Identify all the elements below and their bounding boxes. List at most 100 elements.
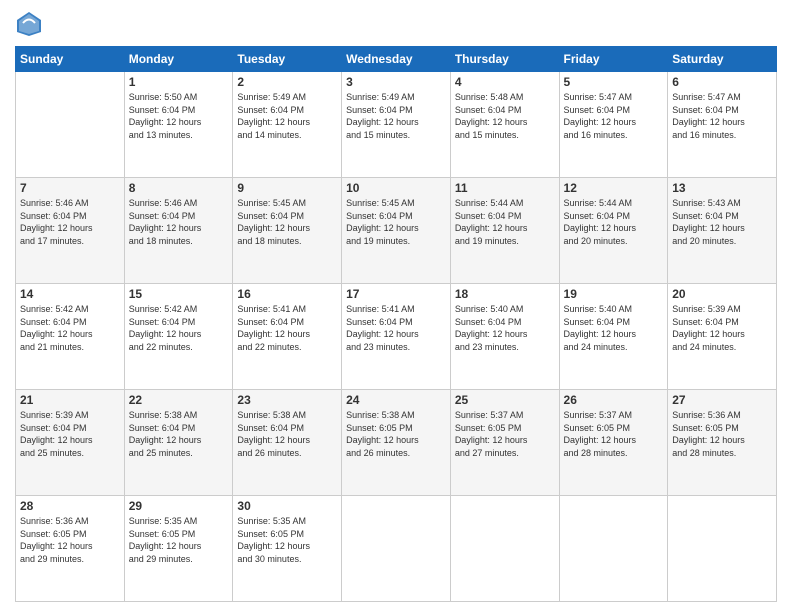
day-number: 13 [672,181,772,195]
calendar-cell: 3 Sunrise: 5:49 AM Sunset: 6:04 PM Daylig… [342,72,451,178]
calendar-cell: 11 Sunrise: 5:44 AM Sunset: 6:04 PM Dayli… [450,178,559,284]
cell-info: Sunrise: 5:45 AM Sunset: 6:04 PM Dayligh… [346,197,446,247]
calendar-cell: 4 Sunrise: 5:48 AM Sunset: 6:04 PM Daylig… [450,72,559,178]
day-number: 26 [564,393,664,407]
cell-info: Sunrise: 5:37 AM Sunset: 6:05 PM Dayligh… [455,409,555,459]
cell-info: Sunrise: 5:46 AM Sunset: 6:04 PM Dayligh… [129,197,229,247]
week-row-4: 21 Sunrise: 5:39 AM Sunset: 6:04 PM Dayli… [16,390,777,496]
cell-info: Sunrise: 5:37 AM Sunset: 6:05 PM Dayligh… [564,409,664,459]
calendar-cell: 27 Sunrise: 5:36 AM Sunset: 6:05 PM Dayli… [668,390,777,496]
cell-info: Sunrise: 5:41 AM Sunset: 6:04 PM Dayligh… [237,303,337,353]
cell-info: Sunrise: 5:35 AM Sunset: 6:05 PM Dayligh… [129,515,229,565]
calendar-cell [16,72,125,178]
cell-info: Sunrise: 5:48 AM Sunset: 6:04 PM Dayligh… [455,91,555,141]
cell-info: Sunrise: 5:40 AM Sunset: 6:04 PM Dayligh… [455,303,555,353]
calendar-cell: 21 Sunrise: 5:39 AM Sunset: 6:04 PM Dayli… [16,390,125,496]
day-number: 4 [455,75,555,89]
day-number: 23 [237,393,337,407]
cell-info: Sunrise: 5:38 AM Sunset: 6:04 PM Dayligh… [129,409,229,459]
week-row-3: 14 Sunrise: 5:42 AM Sunset: 6:04 PM Dayli… [16,284,777,390]
col-header-monday: Monday [124,47,233,72]
calendar-cell: 28Sunrise: 5:36 AM Sunset: 6:05 PM Dayli… [16,496,125,602]
cell-info: Sunrise: 5:41 AM Sunset: 6:04 PM Dayligh… [346,303,446,353]
calendar-cell: 16 Sunrise: 5:41 AM Sunset: 6:04 PM Dayli… [233,284,342,390]
day-number: 8 [129,181,229,195]
cell-info: Sunrise: 5:35 AM Sunset: 6:05 PM Dayligh… [237,515,337,565]
calendar-cell: 17 Sunrise: 5:41 AM Sunset: 6:04 PM Dayli… [342,284,451,390]
calendar-header-row: SundayMondayTuesdayWednesdayThursdayFrid… [16,47,777,72]
calendar-cell: 12 Sunrise: 5:44 AM Sunset: 6:04 PM Dayli… [559,178,668,284]
day-number: 22 [129,393,229,407]
calendar-cell: 14 Sunrise: 5:42 AM Sunset: 6:04 PM Dayli… [16,284,125,390]
week-row-5: 28Sunrise: 5:36 AM Sunset: 6:05 PM Dayli… [16,496,777,602]
calendar-cell: 30 Sunrise: 5:35 AM Sunset: 6:05 PM Dayli… [233,496,342,602]
calendar-cell: 1 Sunrise: 5:50 AM Sunset: 6:04 PM Daylig… [124,72,233,178]
col-header-wednesday: Wednesday [342,47,451,72]
cell-info: Sunrise: 5:49 AM Sunset: 6:04 PM Dayligh… [346,91,446,141]
header [15,10,777,38]
cell-info: Sunrise: 5:50 AM Sunset: 6:04 PM Dayligh… [129,91,229,141]
cell-info: Sunrise: 5:44 AM Sunset: 6:04 PM Dayligh… [564,197,664,247]
day-number: 5 [564,75,664,89]
day-number: 30 [237,499,337,513]
cell-info: Sunrise: 5:38 AM Sunset: 6:04 PM Dayligh… [237,409,337,459]
calendar-cell: 22 Sunrise: 5:38 AM Sunset: 6:04 PM Dayli… [124,390,233,496]
day-number: 17 [346,287,446,301]
calendar-cell [668,496,777,602]
day-number: 25 [455,393,555,407]
calendar-cell [559,496,668,602]
cell-info: Sunrise: 5:49 AM Sunset: 6:04 PM Dayligh… [237,91,337,141]
day-number: 24 [346,393,446,407]
day-number: 15 [129,287,229,301]
day-number: 27 [672,393,772,407]
calendar-cell: 26 Sunrise: 5:37 AM Sunset: 6:05 PM Dayli… [559,390,668,496]
day-number: 10 [346,181,446,195]
calendar-cell: 23 Sunrise: 5:38 AM Sunset: 6:04 PM Dayli… [233,390,342,496]
day-number: 21 [20,393,120,407]
col-header-tuesday: Tuesday [233,47,342,72]
cell-info: Sunrise: 5:47 AM Sunset: 6:04 PM Dayligh… [672,91,772,141]
calendar-cell: 25 Sunrise: 5:37 AM Sunset: 6:05 PM Dayli… [450,390,559,496]
day-number: 11 [455,181,555,195]
cell-info: Sunrise: 5:42 AM Sunset: 6:04 PM Dayligh… [20,303,120,353]
calendar-cell: 2 Sunrise: 5:49 AM Sunset: 6:04 PM Daylig… [233,72,342,178]
cell-info: Sunrise: 5:39 AM Sunset: 6:04 PM Dayligh… [20,409,120,459]
day-number: 12 [564,181,664,195]
page: SundayMondayTuesdayWednesdayThursdayFrid… [0,0,792,612]
calendar-cell: 29Sunrise: 5:35 AM Sunset: 6:05 PM Dayli… [124,496,233,602]
day-number: 14 [20,287,120,301]
cell-info: Sunrise: 5:47 AM Sunset: 6:04 PM Dayligh… [564,91,664,141]
day-number: 16 [237,287,337,301]
calendar-cell [342,496,451,602]
calendar-cell: 5 Sunrise: 5:47 AM Sunset: 6:04 PM Daylig… [559,72,668,178]
calendar-cell: 18Sunrise: 5:40 AM Sunset: 6:04 PM Dayli… [450,284,559,390]
day-number: 6 [672,75,772,89]
week-row-1: 1 Sunrise: 5:50 AM Sunset: 6:04 PM Daylig… [16,72,777,178]
calendar-cell [450,496,559,602]
calendar-cell: 9 Sunrise: 5:45 AM Sunset: 6:04 PM Daylig… [233,178,342,284]
calendar-cell: 24Sunrise: 5:38 AM Sunset: 6:05 PM Dayli… [342,390,451,496]
cell-info: Sunrise: 5:44 AM Sunset: 6:04 PM Dayligh… [455,197,555,247]
day-number: 20 [672,287,772,301]
col-header-thursday: Thursday [450,47,559,72]
calendar-cell: 8 Sunrise: 5:46 AM Sunset: 6:04 PM Daylig… [124,178,233,284]
col-header-friday: Friday [559,47,668,72]
logo-icon [15,10,43,38]
cell-info: Sunrise: 5:45 AM Sunset: 6:04 PM Dayligh… [237,197,337,247]
calendar-cell: 7Sunrise: 5:46 AM Sunset: 6:04 PM Daylig… [16,178,125,284]
day-number: 3 [346,75,446,89]
day-number: 1 [129,75,229,89]
day-number: 7 [20,181,120,195]
day-number: 2 [237,75,337,89]
cell-info: Sunrise: 5:39 AM Sunset: 6:04 PM Dayligh… [672,303,772,353]
cell-info: Sunrise: 5:42 AM Sunset: 6:04 PM Dayligh… [129,303,229,353]
calendar-cell: 6 Sunrise: 5:47 AM Sunset: 6:04 PM Daylig… [668,72,777,178]
cell-info: Sunrise: 5:40 AM Sunset: 6:04 PM Dayligh… [564,303,664,353]
calendar-cell: 20 Sunrise: 5:39 AM Sunset: 6:04 PM Dayli… [668,284,777,390]
cell-info: Sunrise: 5:36 AM Sunset: 6:05 PM Dayligh… [672,409,772,459]
col-header-saturday: Saturday [668,47,777,72]
col-header-sunday: Sunday [16,47,125,72]
calendar-table: SundayMondayTuesdayWednesdayThursdayFrid… [15,46,777,602]
day-number: 9 [237,181,337,195]
calendar-cell: 19Sunrise: 5:40 AM Sunset: 6:04 PM Dayli… [559,284,668,390]
